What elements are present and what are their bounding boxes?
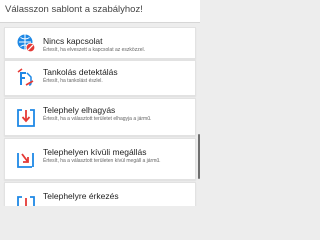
scrollbar[interactable] xyxy=(198,134,200,179)
card-description: Értesít, ha tankolást észlel. xyxy=(43,78,103,84)
template-card-outside-area-stop[interactable]: Telephelyen kívüli megállás Értesít, ha … xyxy=(4,138,196,180)
no-connection-icon xyxy=(16,33,36,53)
template-card-fuel-detection[interactable]: Tankolás detektálás Értesít, ha tankolás… xyxy=(4,60,196,96)
template-card-no-connection[interactable]: Nincs kapcsolat Értesít, ha elveszett a … xyxy=(4,27,196,59)
dialog-title: Válasszon sablont a szabályhoz! xyxy=(5,4,143,15)
card-title: Tankolás detektálás xyxy=(43,67,118,77)
area-arrival-icon xyxy=(16,195,36,206)
card-title: Telephelyre érkezés xyxy=(43,191,119,201)
template-card-area-exit[interactable]: Telephely elhagyás Értesít, ha a választ… xyxy=(4,98,196,136)
outside-area-stop-icon xyxy=(16,150,36,170)
card-title: Telephelyen kívüli megállás xyxy=(43,147,147,157)
area-exit-icon xyxy=(16,108,36,128)
template-card-area-arrival[interactable]: Telephelyre érkezés xyxy=(4,182,196,206)
card-title: Nincs kapcsolat xyxy=(43,36,103,46)
fuel-pump-icon xyxy=(16,68,36,88)
card-title: Telephely elhagyás xyxy=(43,105,116,115)
card-description: Értesít, ha a választott területet elhag… xyxy=(43,116,152,122)
template-list[interactable]: Nincs kapcsolat Értesít, ha elveszett a … xyxy=(0,23,200,206)
card-description: Értesít, ha elveszett a kapcsolat az esz… xyxy=(43,47,145,53)
dialog-header: Válasszon sablont a szabályhoz! xyxy=(0,0,200,23)
card-description: Értesít, ha a választott területen kívül… xyxy=(43,158,161,164)
